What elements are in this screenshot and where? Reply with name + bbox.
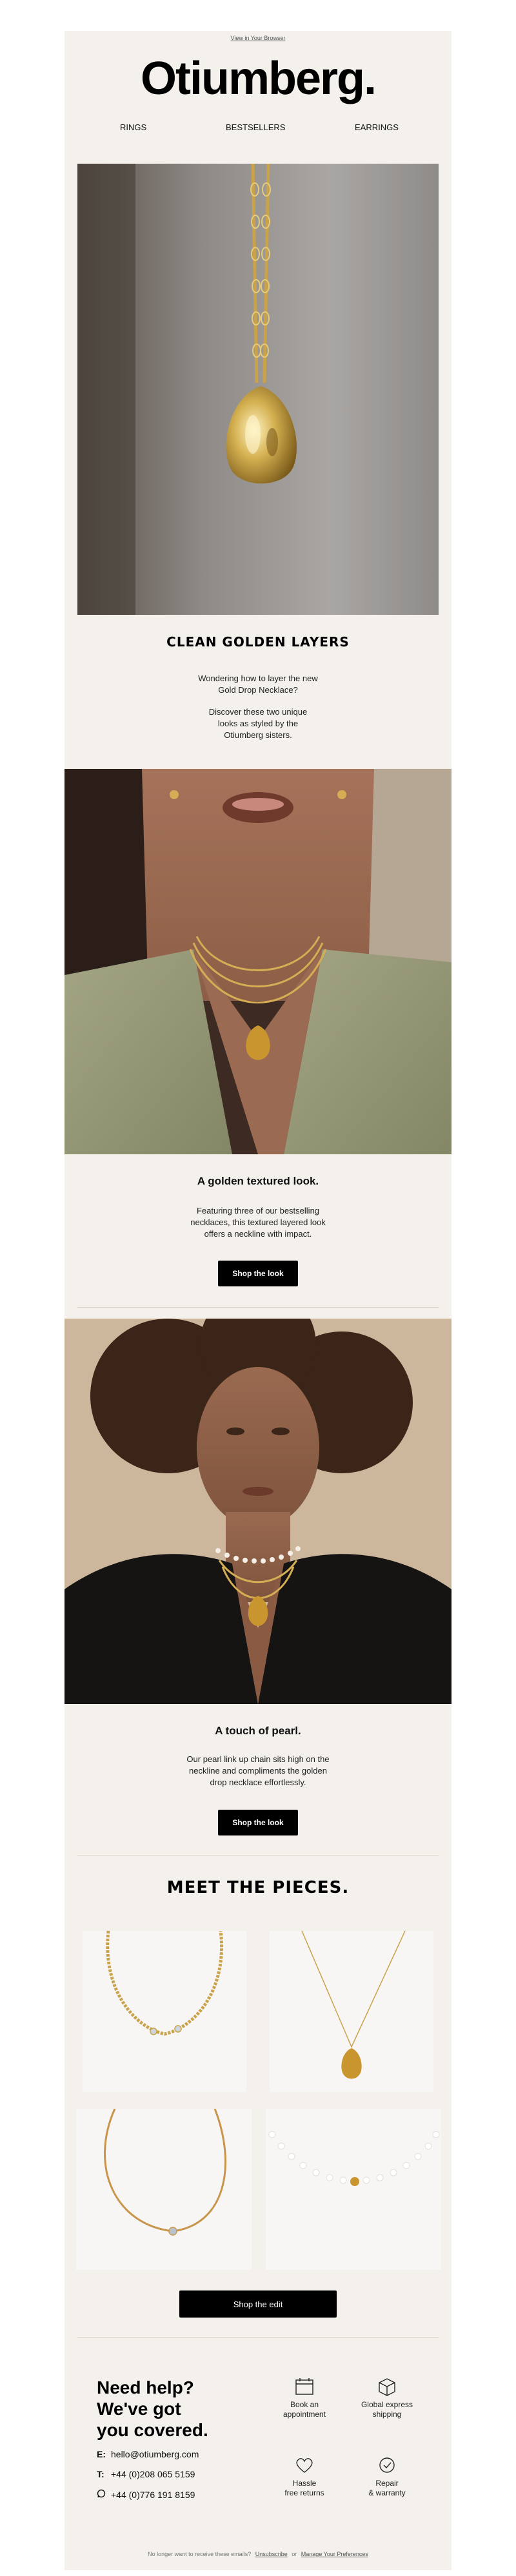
nav-item-bestsellers[interactable]: BESTSELLERS [226,122,286,132]
service-repair-warranty[interactable]: Repair & warranty [348,2455,426,2498]
section-divider [77,1307,439,1308]
service-book-appointment[interactable]: Book an appointment [266,2377,343,2419]
look1-line-3: offers a neckline with impact. [204,1229,312,1239]
service-label-2: shipping [372,2410,402,2419]
look2-image[interactable] [64,1319,452,1704]
service-free-returns[interactable]: Hassle free returns [266,2455,343,2498]
whatsapp-icon [97,2489,111,2500]
product-card[interactable] [270,1931,433,2092]
service-label-2: appointment [283,2410,326,2419]
pieces-title: MEET THE PIECES. [166,1878,350,1897]
look2-title: A touch of pearl. [215,1725,301,1737]
shop-look1-button[interactable]: Shop the look [218,1261,298,1286]
product-image [76,2109,252,2270]
hero-line-5: Otiumberg sisters. [224,730,292,740]
hero-intro: Wondering how to layer the new Gold Drop… [64,673,452,741]
footer-text: No longer want to receive these emails? [148,2551,252,2557]
product-image [83,1931,246,2092]
footer-or: or [292,2551,297,2557]
look2-description: Our pearl link up chain sits high on the… [64,1754,452,1788]
hero-line-3: Discover these two unique [208,707,308,717]
product-image [270,1931,433,2092]
product-image [266,2109,441,2270]
service-label-1: Global express [361,2400,413,2409]
shop-look2-button[interactable]: Shop the look [218,1810,298,1835]
box-icon [379,2378,395,2396]
hero-line-4: looks as styled by the [217,719,299,728]
nav-item-earrings[interactable]: EARRINGS [355,122,399,132]
look1-image[interactable] [64,769,452,1154]
service-label-2: free returns [284,2488,324,2497]
look2-line-2: neckline and compliments the golden [189,1766,327,1776]
help-title: Need help? We've got you covered. [97,2377,258,2441]
help-title-line-1: Need help? [97,2377,194,2397]
phone-link[interactable]: +44 (0)208 065 5159 [111,2469,195,2479]
service-label-1: Book an [290,2400,319,2409]
manage-preferences-link[interactable]: Manage Your Preferences [301,2551,368,2557]
look2-line-3: drop necklace effortlessly. [210,1777,306,1787]
main-nav: RINGS BESTSELLERS EARRINGS [64,122,452,135]
footer: No longer want to receive these emails? … [64,2551,452,2557]
unsubscribe-link[interactable]: Unsubscribe [255,2551,288,2557]
look1-description: Featuring three of our bestselling neckl… [64,1205,452,1240]
check-badge-icon [379,2457,395,2473]
hero-image[interactable] [77,164,439,615]
look1-title: A golden textured look. [197,1175,319,1187]
service-label-1: Hassle [292,2479,317,2488]
calendar-icon [295,2378,313,2395]
service-label-1: Repair [375,2479,399,2488]
look2-line-1: Our pearl link up chain sits high on the [186,1754,330,1764]
heart-icon [296,2458,313,2473]
email-container: View in Your Browser Otiumberg. RINGS BE… [64,31,452,2570]
email-link[interactable]: hello@otiumberg.com [111,2449,199,2459]
contact-whatsapp: +44 (0)776 191 8159 [97,2489,195,2500]
whatsapp-link[interactable]: +44 (0)776 191 8159 [111,2490,195,2500]
hero-line-2: Gold Drop Necklace? [218,685,298,695]
service-label-2: & warranty [368,2488,406,2497]
product-card[interactable] [76,2109,252,2270]
product-card[interactable] [83,1931,246,2092]
view-in-browser-link[interactable]: View in Your Browser [231,35,286,41]
help-title-line-2: We've got [97,2399,181,2419]
phone-label: T: [97,2469,104,2479]
help-title-line-3: you covered. [97,2420,208,2440]
service-global-shipping[interactable]: Global express shipping [348,2377,426,2419]
product-card[interactable] [266,2109,441,2270]
email-label: E: [97,2449,106,2459]
shop-the-edit-button[interactable]: Shop the edit [179,2290,337,2318]
contact-email: E: hello@otiumberg.com [97,2449,199,2459]
nav-item-rings[interactable]: RINGS [120,122,146,132]
preheader: View in Your Browser [64,31,452,45]
look1-line-2: necklaces, this textured layered look [190,1217,326,1227]
contact-phone: T: +44 (0)208 065 5159 [97,2469,195,2479]
hero-line-1: Wondering how to layer the new [198,673,318,683]
hero-title: CLEAN GOLDEN LAYERS [166,634,350,650]
brand-logo[interactable]: Otiumberg. [64,55,452,102]
look1-line-1: Featuring three of our bestselling [196,1206,320,1215]
section-divider [77,2337,439,2338]
